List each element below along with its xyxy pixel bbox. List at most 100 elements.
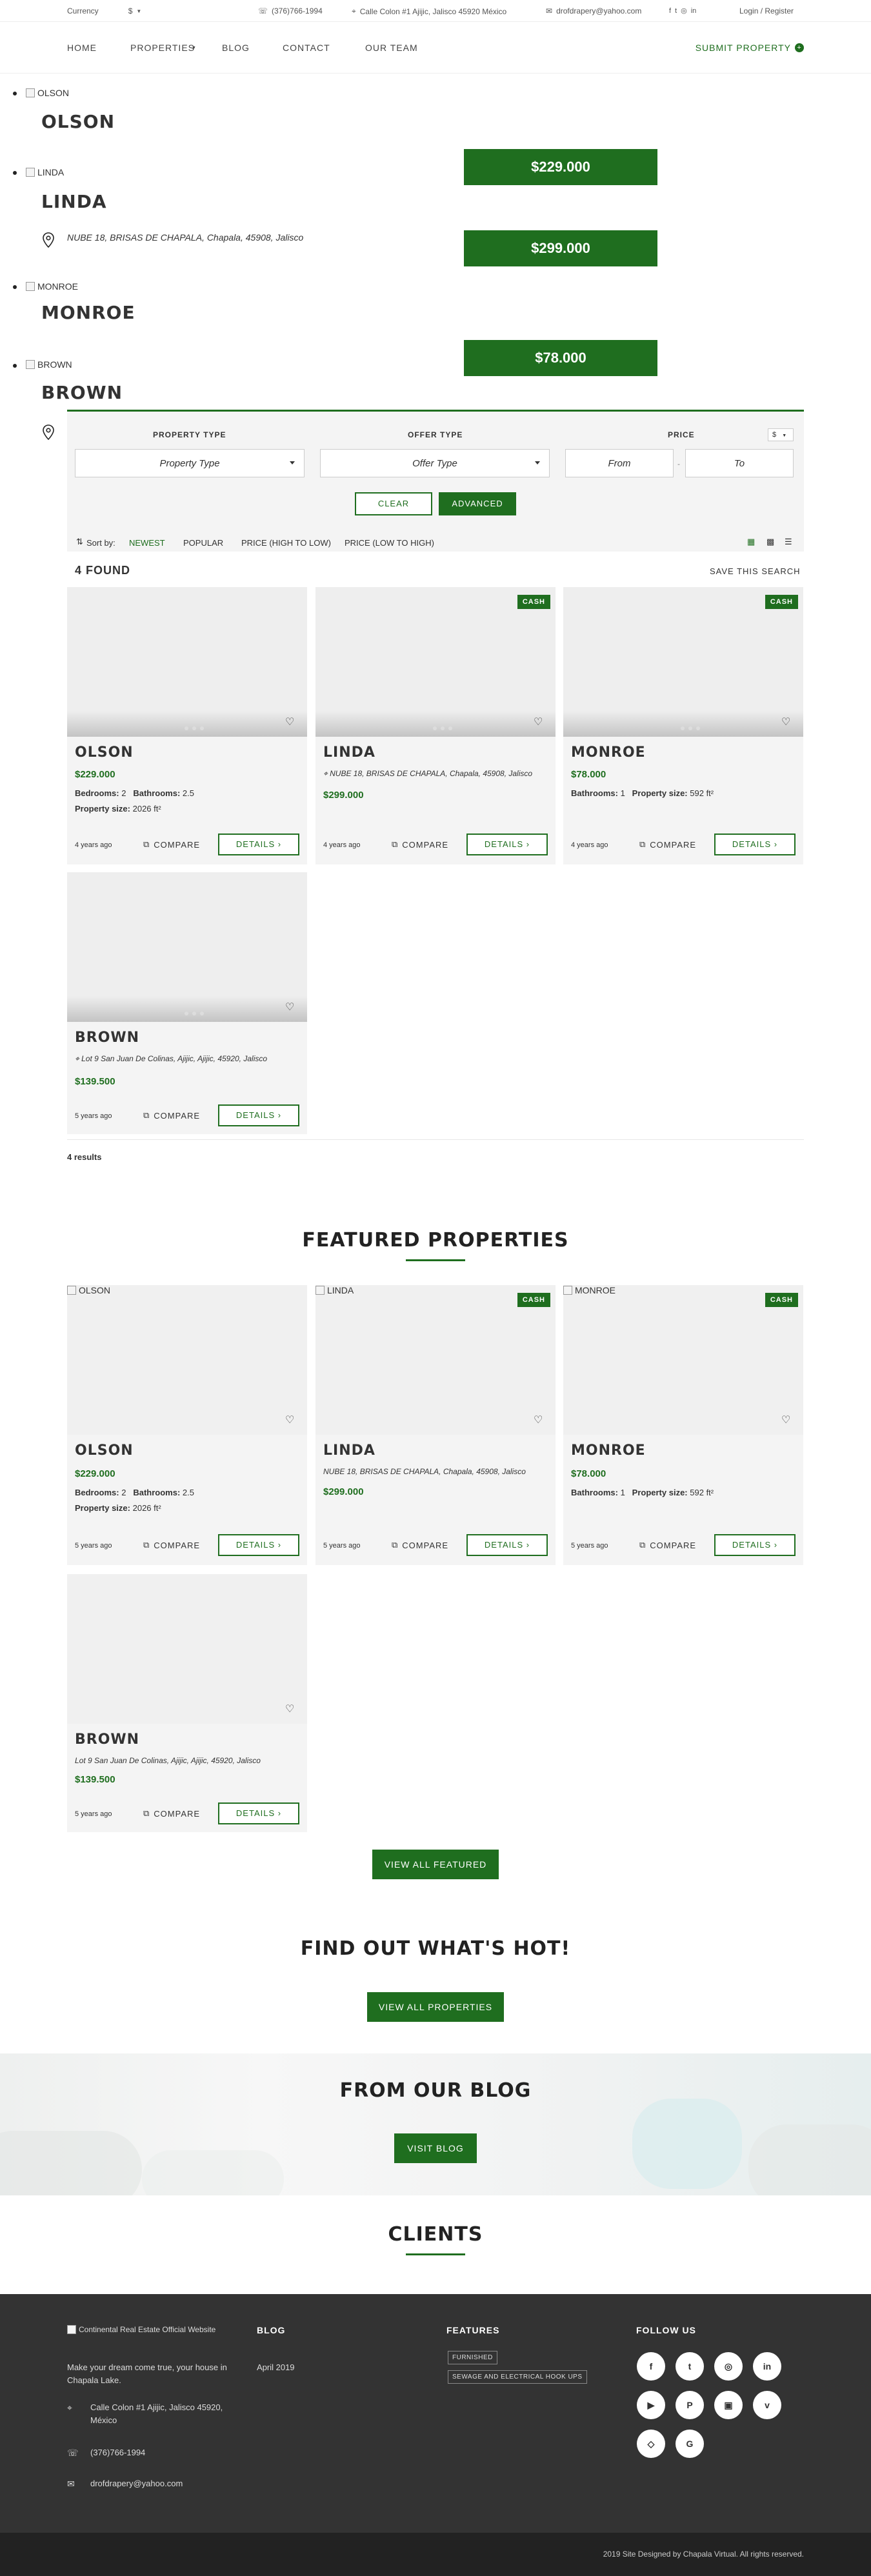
compare-button[interactable]: ⧉ COMPARE bbox=[639, 839, 696, 850]
property-photo[interactable]: OLSON ♡ bbox=[67, 1285, 307, 1435]
heart-icon[interactable]: ♡ bbox=[285, 1704, 297, 1715]
instagram-alt-icon[interactable]: ▣ bbox=[714, 2391, 743, 2419]
grid-view-2-icon[interactable]: ▩ bbox=[766, 537, 774, 547]
property-photo[interactable]: LINDA ♡ bbox=[315, 1285, 556, 1435]
property-title[interactable]: MONROE bbox=[571, 1443, 646, 1459]
currency-value[interactable]: $ bbox=[128, 6, 133, 15]
heart-icon[interactable]: ♡ bbox=[534, 1415, 545, 1426]
login-text[interactable]: Login / Register bbox=[739, 6, 794, 15]
property-card[interactable]: ♡ CASH LINDA ⌖ NUBE 18, BRISAS DE CHAPAL… bbox=[315, 587, 556, 864]
footer-blog-item[interactable]: April 2019 bbox=[257, 2361, 295, 2374]
pinterest-icon[interactable]: P bbox=[676, 2391, 704, 2419]
facebook-icon[interactable]: f bbox=[669, 7, 671, 15]
slide-title[interactable]: LINDA bbox=[41, 191, 107, 212]
featured-card[interactable]: LINDA ♡ CASH LINDA NUBE 18, BRISAS DE CHA… bbox=[315, 1285, 556, 1565]
clear-button[interactable]: CLEAR bbox=[355, 492, 432, 515]
submit-property-button[interactable]: SUBMIT PROPERTY + bbox=[696, 43, 804, 53]
property-photo[interactable]: ♡ bbox=[67, 1574, 307, 1724]
view-all-featured-button[interactable]: VIEW ALL FEATURED bbox=[372, 1850, 499, 1879]
nav-our-team[interactable]: OUR TEAM bbox=[365, 43, 418, 53]
nav-properties[interactable]: PROPERTIES bbox=[130, 43, 195, 53]
grid-view-icon[interactable]: ▦ bbox=[747, 537, 755, 547]
heart-icon[interactable]: ♡ bbox=[781, 717, 793, 728]
sort-popular[interactable]: POPULAR bbox=[183, 538, 223, 548]
property-photo[interactable]: ♡ bbox=[315, 587, 556, 737]
visit-blog-button[interactable]: VISIT BLOG bbox=[394, 2133, 477, 2163]
property-title[interactable]: OLSON bbox=[75, 744, 134, 761]
twitter-icon[interactable]: t bbox=[675, 7, 677, 15]
details-button[interactable]: DETAILS › bbox=[218, 1534, 299, 1556]
property-title[interactable]: LINDA bbox=[323, 744, 375, 761]
email-text[interactable]: drofdrapery@yahoo.com bbox=[556, 6, 641, 15]
login-link[interactable]: Login / Register bbox=[739, 6, 794, 15]
details-button[interactable]: DETAILS › bbox=[218, 834, 299, 855]
nav-contact[interactable]: CONTACT bbox=[283, 43, 330, 53]
footer-logo[interactable]: Continental Real Estate Official Website bbox=[67, 2325, 215, 2334]
feature-tag[interactable]: FURNISHED bbox=[448, 2351, 497, 2364]
slide-price[interactable]: $229.000 bbox=[464, 149, 657, 185]
compare-button[interactable]: ⧉ COMPARE bbox=[392, 1540, 448, 1550]
view-all-properties-button[interactable]: VIEW ALL PROPERTIES bbox=[367, 1992, 504, 2022]
slide-price[interactable]: $78.000 bbox=[464, 340, 657, 376]
property-card[interactable]: ♡ BROWN ⌖ Lot 9 San Juan De Colinas, Aji… bbox=[67, 872, 307, 1134]
compare-button[interactable]: ⧉ COMPARE bbox=[143, 1808, 200, 1819]
compare-button[interactable]: ⧉ COMPARE bbox=[392, 839, 448, 850]
compare-button[interactable]: ⧉ COMPARE bbox=[143, 1110, 200, 1121]
property-title[interactable]: LINDA bbox=[323, 1443, 375, 1459]
property-type-select[interactable]: Property Type bbox=[75, 449, 305, 477]
property-title[interactable]: BROWN bbox=[75, 1732, 139, 1748]
sort-newest[interactable]: NEWEST bbox=[129, 538, 165, 548]
property-photo[interactable]: ♡ bbox=[563, 587, 803, 737]
dropbox-icon[interactable]: ◇ bbox=[637, 2430, 665, 2458]
currency-switcher[interactable]: Currency $ ▼ bbox=[67, 6, 141, 15]
slide-title[interactable]: BROWN bbox=[41, 382, 123, 403]
slide-title[interactable]: MONROE bbox=[41, 302, 135, 323]
property-photo[interactable]: MONROE ♡ bbox=[563, 1285, 803, 1435]
price-currency-select[interactable]: $ ▼ bbox=[768, 428, 794, 441]
property-title[interactable]: MONROE bbox=[571, 744, 646, 761]
linkedin-icon[interactable]: in bbox=[753, 2352, 781, 2381]
instagram-icon[interactable]: ◎ bbox=[681, 6, 687, 15]
save-search-link[interactable]: SAVE THIS SEARCH bbox=[710, 566, 801, 576]
vimeo-icon[interactable]: v bbox=[753, 2391, 781, 2419]
sort-price-low[interactable]: PRICE (LOW TO HIGH) bbox=[345, 538, 434, 548]
property-title[interactable]: OLSON bbox=[75, 1443, 134, 1459]
list-view-icon[interactable]: ☰ bbox=[785, 537, 792, 547]
property-card[interactable]: ♡ OLSON $229.000 Bedrooms: 2 Bathrooms: … bbox=[67, 587, 307, 864]
feature-tag[interactable]: SEWAGE AND ELECTRICAL HOOK UPS bbox=[448, 2370, 587, 2384]
details-button[interactable]: DETAILS › bbox=[466, 1534, 548, 1556]
slide-title[interactable]: OLSON bbox=[41, 111, 115, 132]
slide-price[interactable]: $299.000 bbox=[464, 230, 657, 266]
google-icon[interactable]: G bbox=[676, 2430, 704, 2458]
heart-icon[interactable]: ♡ bbox=[285, 717, 297, 728]
property-photo[interactable]: ♡ bbox=[67, 587, 307, 737]
nav-home[interactable]: HOME bbox=[67, 43, 97, 53]
property-card[interactable]: ♡ CASH MONROE $78.000 Bathrooms: 1 Prope… bbox=[563, 587, 803, 864]
details-button[interactable]: DETAILS › bbox=[714, 1534, 796, 1556]
advanced-button[interactable]: ADVANCED bbox=[439, 492, 516, 515]
featured-card[interactable]: OLSON ♡ OLSON $229.000 Bedrooms: 2 Bathro… bbox=[67, 1285, 307, 1565]
carousel-dots[interactable] bbox=[433, 726, 452, 730]
twitter-icon[interactable]: t bbox=[676, 2352, 704, 2381]
featured-card[interactable]: ♡ BROWN Lot 9 San Juan De Colinas, Ajiji… bbox=[67, 1574, 307, 1832]
property-title[interactable]: BROWN bbox=[75, 1030, 139, 1046]
carousel-dots[interactable] bbox=[185, 1012, 204, 1015]
facebook-icon[interactable]: f bbox=[637, 2352, 665, 2381]
heart-icon[interactable]: ♡ bbox=[781, 1415, 793, 1426]
details-button[interactable]: DETAILS › bbox=[218, 1802, 299, 1824]
offer-type-select[interactable]: Offer Type bbox=[320, 449, 550, 477]
price-from-input[interactable]: From bbox=[565, 449, 674, 477]
heart-icon[interactable]: ♡ bbox=[285, 1415, 297, 1426]
carousel-dots[interactable] bbox=[185, 726, 204, 730]
heart-icon[interactable]: ♡ bbox=[285, 1003, 297, 1013]
details-button[interactable]: DETAILS › bbox=[714, 834, 796, 855]
details-button[interactable]: DETAILS › bbox=[466, 834, 548, 855]
featured-card[interactable]: MONROE ♡ CASH MONROE $78.000 Bathrooms: 1… bbox=[563, 1285, 803, 1565]
property-photo[interactable]: ♡ bbox=[67, 872, 307, 1022]
instagram-icon[interactable]: ◎ bbox=[714, 2352, 743, 2381]
compare-button[interactable]: ⧉ COMPARE bbox=[143, 839, 200, 850]
nav-blog[interactable]: BLOG bbox=[222, 43, 250, 53]
sort-price-high[interactable]: PRICE (HIGH TO LOW) bbox=[241, 538, 331, 548]
youtube-icon[interactable]: ▶ bbox=[637, 2391, 665, 2419]
heart-icon[interactable]: ♡ bbox=[534, 717, 545, 728]
